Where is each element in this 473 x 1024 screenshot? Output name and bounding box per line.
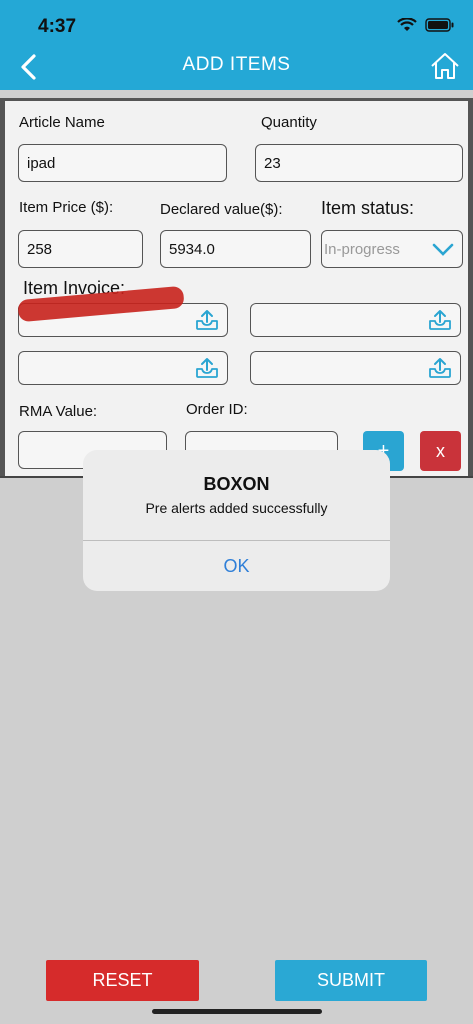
status-icons xyxy=(397,18,455,32)
dialog-message: Pre alerts added successfully xyxy=(145,500,328,516)
rma-label: RMA Value: xyxy=(19,403,98,420)
page-title: ADD ITEMS xyxy=(182,54,291,75)
upload-icon xyxy=(196,358,218,378)
item-price-field[interactable]: 258 xyxy=(18,230,143,268)
article-name-label: Article Name xyxy=(19,114,105,131)
ok-button[interactable]: OK xyxy=(83,541,390,591)
chevron-down-icon xyxy=(432,243,454,256)
home-icon[interactable] xyxy=(429,50,461,82)
quantity-label: Quantity xyxy=(261,114,317,131)
alert-dialog: BOXON Pre alerts added successfully OK xyxy=(83,450,390,591)
wifi-icon xyxy=(397,18,417,31)
status-time: 4:37 xyxy=(38,16,77,37)
submit-button[interactable]: SUBMIT xyxy=(275,960,427,1001)
home-indicator xyxy=(152,1009,322,1014)
quantity-field[interactable]: 23 xyxy=(255,144,463,182)
item-status-value: In-progress xyxy=(324,241,400,258)
dialog-title: BOXON xyxy=(203,474,270,494)
invoice-upload-3[interactable] xyxy=(18,351,228,385)
upload-icon xyxy=(429,358,451,378)
status-bar: 4:37 xyxy=(0,0,473,44)
item-price-label: Item Price ($): xyxy=(19,199,114,216)
order-id-label: Order ID: xyxy=(186,401,248,418)
invoice-upload-2[interactable] xyxy=(250,303,461,337)
battery-icon xyxy=(425,18,454,32)
item-status-dropdown[interactable]: In-progress xyxy=(321,230,463,268)
item-status-label: Item status: xyxy=(321,198,415,218)
upload-icon xyxy=(429,310,451,330)
nav-bar: ADD ITEMS xyxy=(0,44,473,90)
invoice-upload-4[interactable] xyxy=(250,351,461,385)
remove-item-button[interactable]: x xyxy=(420,431,461,471)
upload-icon xyxy=(196,310,218,330)
article-name-field[interactable]: ipad xyxy=(18,144,227,182)
declared-value-field[interactable]: 5934.0 xyxy=(160,230,311,268)
item-form: Article Name Quantity ipad 23 Item Price… xyxy=(0,98,473,478)
declared-value-label: Declared value($): xyxy=(160,201,283,218)
reset-button[interactable]: RESET xyxy=(46,960,199,1001)
